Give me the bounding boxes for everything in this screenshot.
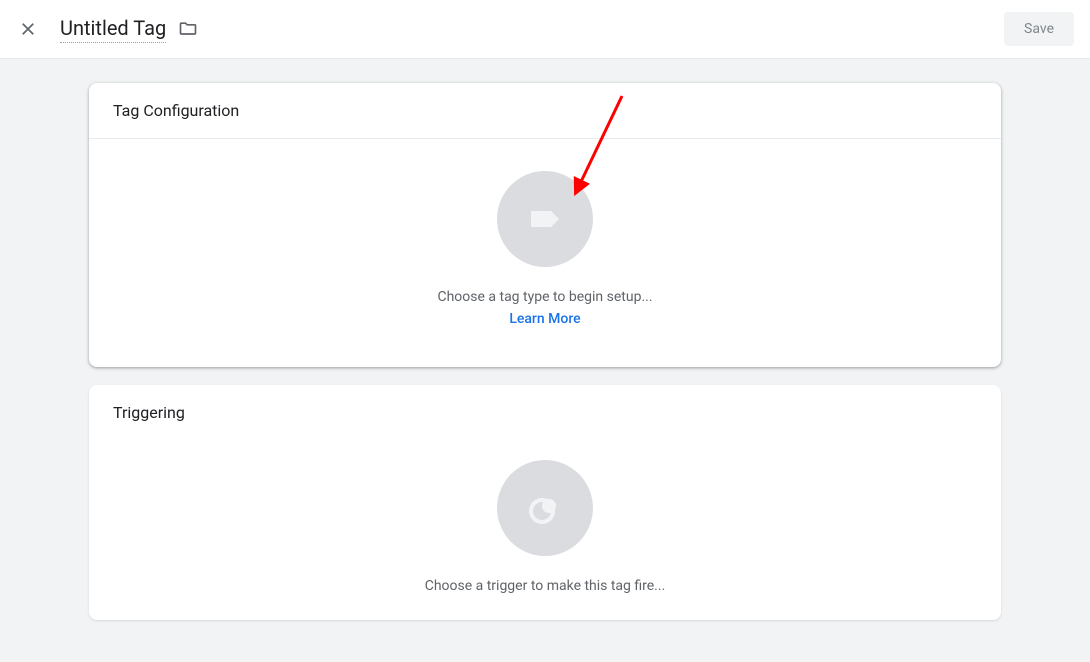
tag-type-placeholder-circle — [497, 171, 593, 267]
save-button[interactable]: Save — [1004, 12, 1074, 46]
tag-title[interactable]: Untitled Tag — [60, 16, 166, 43]
triggering-title: Triggering — [89, 385, 1001, 440]
header: Untitled Tag Save — [0, 0, 1090, 59]
tag-config-title: Tag Configuration — [89, 83, 1001, 139]
close-button[interactable] — [16, 17, 40, 41]
tag-icon — [525, 199, 565, 239]
triggering-body[interactable]: Choose a trigger to make this tag fire..… — [89, 440, 1001, 620]
trigger-icon — [525, 488, 565, 528]
triggering-card: Triggering Choose a trigger to make this… — [89, 385, 1001, 620]
tag-config-body[interactable]: Choose a tag type to begin setup... Lear… — [89, 139, 1001, 367]
header-left: Untitled Tag — [16, 16, 198, 43]
title-wrap: Untitled Tag — [60, 16, 198, 43]
folder-icon[interactable] — [178, 19, 198, 39]
page-body: Tag Configuration Choose a tag type to b… — [0, 59, 1090, 662]
tag-configuration-card: Tag Configuration Choose a tag type to b… — [89, 83, 1001, 367]
triggering-placeholder-text: Choose a trigger to make this tag fire..… — [425, 578, 666, 594]
close-icon — [19, 20, 37, 38]
trigger-placeholder-circle — [497, 460, 593, 556]
tag-config-placeholder-text: Choose a tag type to begin setup... — [437, 289, 652, 305]
learn-more-link[interactable]: Learn More — [509, 311, 580, 327]
